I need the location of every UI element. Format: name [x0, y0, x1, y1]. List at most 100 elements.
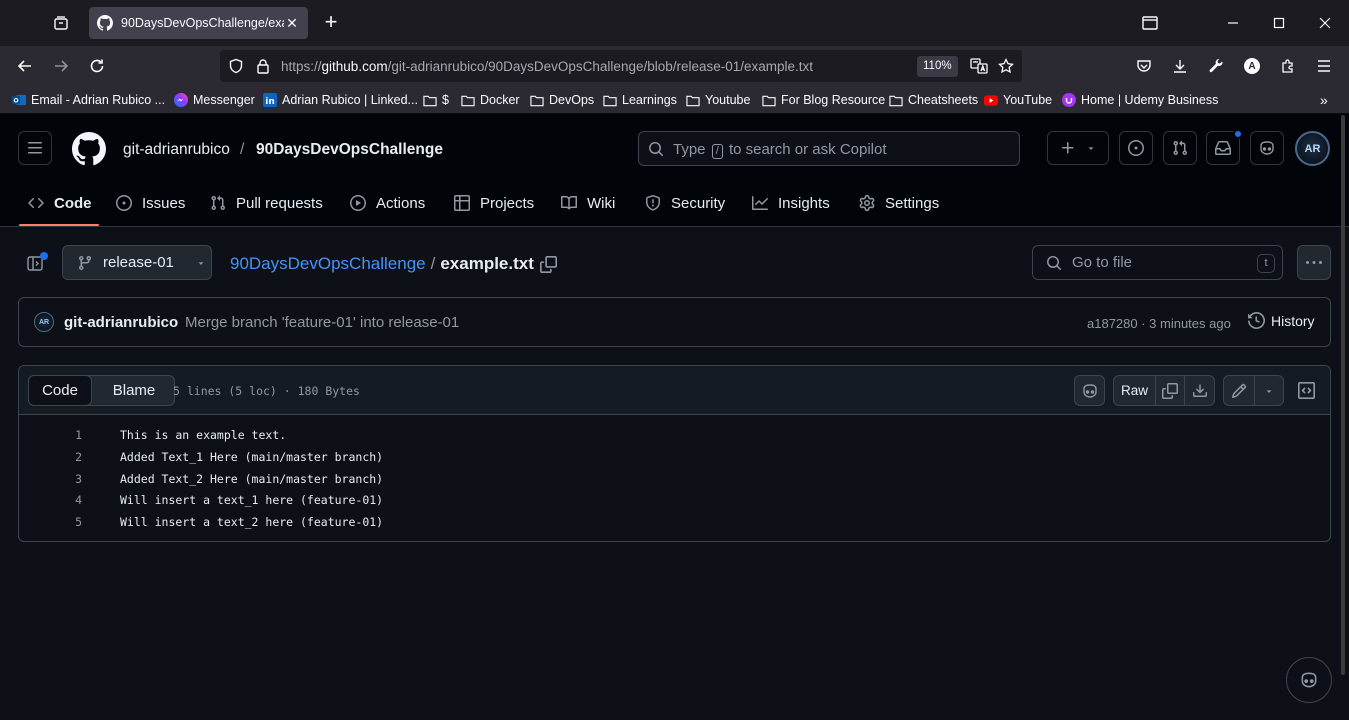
commit-message-link[interactable]: Merge branch 'feature-01' into release-0… [185, 314, 459, 331]
extensions-icon[interactable] [1276, 54, 1300, 78]
new-tab-icon[interactable]: + [320, 11, 342, 34]
table-icon [453, 194, 471, 212]
copilot-button[interactable] [1250, 131, 1284, 165]
bookmark-item[interactable]: Messenger [174, 91, 255, 109]
go-to-file-input[interactable]: Go to file t [1032, 245, 1283, 280]
line-text: Added Text_1 Here (main/master branch) [120, 450, 384, 464]
commit-sha-time[interactable]: a187280 · 3 minutes ago [1087, 316, 1231, 331]
browser-tab-bar: 90DaysDevOpsChallenge/example.txt ✕ + [0, 0, 1349, 46]
copy-raw-button[interactable] [1155, 375, 1185, 406]
hamburger-menu-button[interactable] [18, 131, 52, 165]
forward-icon[interactable] [49, 54, 73, 78]
zoom-level-badge[interactable]: 110% [917, 56, 958, 77]
download-raw-button[interactable] [1184, 375, 1215, 406]
edit-file-button[interactable] [1223, 375, 1255, 406]
repo-owner-link[interactable]: git-adrianrubico [123, 141, 230, 159]
tab-issues[interactable]: Issues [115, 193, 185, 213]
tab-actions[interactable]: Actions [349, 193, 425, 213]
pocket-icon[interactable] [1132, 54, 1156, 78]
browser-nav-bar: https://github.com/git-adrianrubico/90Da… [0, 46, 1349, 86]
lock-icon[interactable] [252, 55, 274, 77]
shield-tracking-icon[interactable] [225, 55, 247, 77]
code-line: 2 Added Text_1 Here (main/master branch) [19, 446, 1330, 468]
bookmark-folder[interactable]: Cheatsheets [889, 91, 978, 109]
repo-name-link[interactable]: 90DaysDevOpsChallenge [256, 141, 443, 159]
commit-author-link[interactable]: git-adrianrubico [64, 314, 178, 331]
github-logo-icon[interactable] [72, 132, 106, 166]
issues-button[interactable] [1119, 131, 1153, 165]
bookmark-item[interactable]: O Email - Adrian Rubico ... [12, 91, 165, 109]
bookmark-folder[interactable]: Youtube [686, 91, 750, 109]
more-options-button[interactable] [1297, 245, 1331, 280]
line-number[interactable]: 4 [19, 493, 82, 507]
create-new-button[interactable] [1047, 131, 1109, 165]
bookmark-item[interactable]: Home | Udemy Business [1062, 91, 1218, 109]
folder-icon [762, 93, 776, 107]
commit-author-avatar[interactable]: AR [34, 312, 54, 332]
tab-projects[interactable]: Projects [453, 193, 534, 213]
line-number[interactable]: 3 [19, 472, 82, 486]
code-view-button[interactable]: Code [28, 375, 92, 406]
go-to-file-shortcut: t [1257, 254, 1275, 273]
bookmark-folder[interactable]: $ [423, 91, 449, 109]
breadcrumb-repo-link[interactable]: 90DaysDevOpsChallenge [230, 254, 426, 274]
browser-tab-active[interactable]: 90DaysDevOpsChallenge/example.txt ✕ [89, 7, 308, 39]
bookmark-folder[interactable]: Learnings [603, 91, 677, 109]
url-text[interactable]: https://github.com/git-adrianrubico/90Da… [281, 59, 813, 74]
tab-label: Issues [142, 194, 186, 212]
copy-path-icon[interactable] [539, 255, 557, 273]
tab-code[interactable]: Code [27, 193, 92, 213]
minimize-icon[interactable] [1222, 12, 1244, 34]
page-scrollbar[interactable] [1341, 115, 1345, 675]
sidebar-toggle-icon[interactable] [1139, 12, 1161, 34]
bookmark-star-icon[interactable] [995, 55, 1017, 77]
translate-icon[interactable] [968, 55, 990, 77]
copilot-ask-button[interactable] [1074, 375, 1105, 406]
history-button[interactable]: History [1248, 312, 1315, 329]
tab-label: Pull requests [236, 194, 323, 212]
downloads-icon[interactable] [1168, 54, 1192, 78]
bookmark-item[interactable]: in Adrian Rubico | Linked... [263, 91, 418, 109]
branch-selector-button[interactable]: release-01 [62, 245, 212, 280]
back-icon[interactable] [13, 54, 37, 78]
expand-file-tree-button[interactable] [18, 246, 52, 280]
bookmark-item[interactable]: YouTube [984, 91, 1052, 109]
triangle-down-icon [1088, 147, 1094, 150]
window-close-icon[interactable] [1314, 12, 1336, 34]
menu-hamburger-icon[interactable] [1312, 54, 1336, 78]
bookmark-folder[interactable]: DevOps [530, 91, 594, 109]
tab-security[interactable]: Security [644, 193, 725, 213]
tab-list-icon[interactable] [46, 10, 76, 36]
tab-wiki[interactable]: Wiki [560, 193, 615, 213]
inbox-button[interactable] [1206, 129, 1243, 165]
line-number[interactable]: 1 [19, 428, 82, 442]
bookmarks-overflow-icon[interactable]: » [1320, 91, 1328, 109]
raw-button[interactable]: Raw [1113, 375, 1156, 406]
copilot-chat-button[interactable] [1286, 657, 1332, 703]
tab-close-icon[interactable]: ✕ [284, 15, 300, 31]
account-icon[interactable]: A [1240, 54, 1264, 78]
user-avatar[interactable]: AR [1295, 131, 1330, 166]
reload-icon[interactable] [85, 54, 109, 78]
edit-options-dropdown[interactable] [1254, 375, 1284, 406]
url-bar[interactable]: https://github.com/git-adrianrubico/90Da… [220, 50, 1022, 82]
tab-settings[interactable]: Settings [858, 193, 939, 213]
search-input[interactable]: Type / to search or ask Copilot [638, 131, 1020, 166]
blame-view-button[interactable]: Blame [95, 375, 173, 406]
bookmark-label: For Blog Resource [781, 93, 886, 107]
line-number[interactable]: 5 [19, 515, 82, 529]
wrench-icon[interactable] [1204, 54, 1228, 78]
bookmark-label: Email - Adrian Rubico ... [31, 93, 166, 107]
bookmark-folder[interactable]: Docker [461, 91, 520, 109]
inbox-icon [1215, 141, 1231, 155]
tab-pull-requests[interactable]: Pull requests [209, 193, 323, 213]
tab-insights[interactable]: Insights [751, 193, 830, 213]
tab-label: Actions [376, 194, 426, 212]
pull-requests-button[interactable] [1163, 131, 1197, 165]
bookmark-folder[interactable]: For Blog Resource [762, 91, 885, 109]
maximize-icon[interactable] [1268, 12, 1290, 34]
line-number[interactable]: 2 [19, 450, 82, 464]
bookmark-label: $ [442, 93, 449, 107]
symbols-panel-button[interactable] [1291, 375, 1322, 406]
url-host: github.com [321, 59, 388, 74]
